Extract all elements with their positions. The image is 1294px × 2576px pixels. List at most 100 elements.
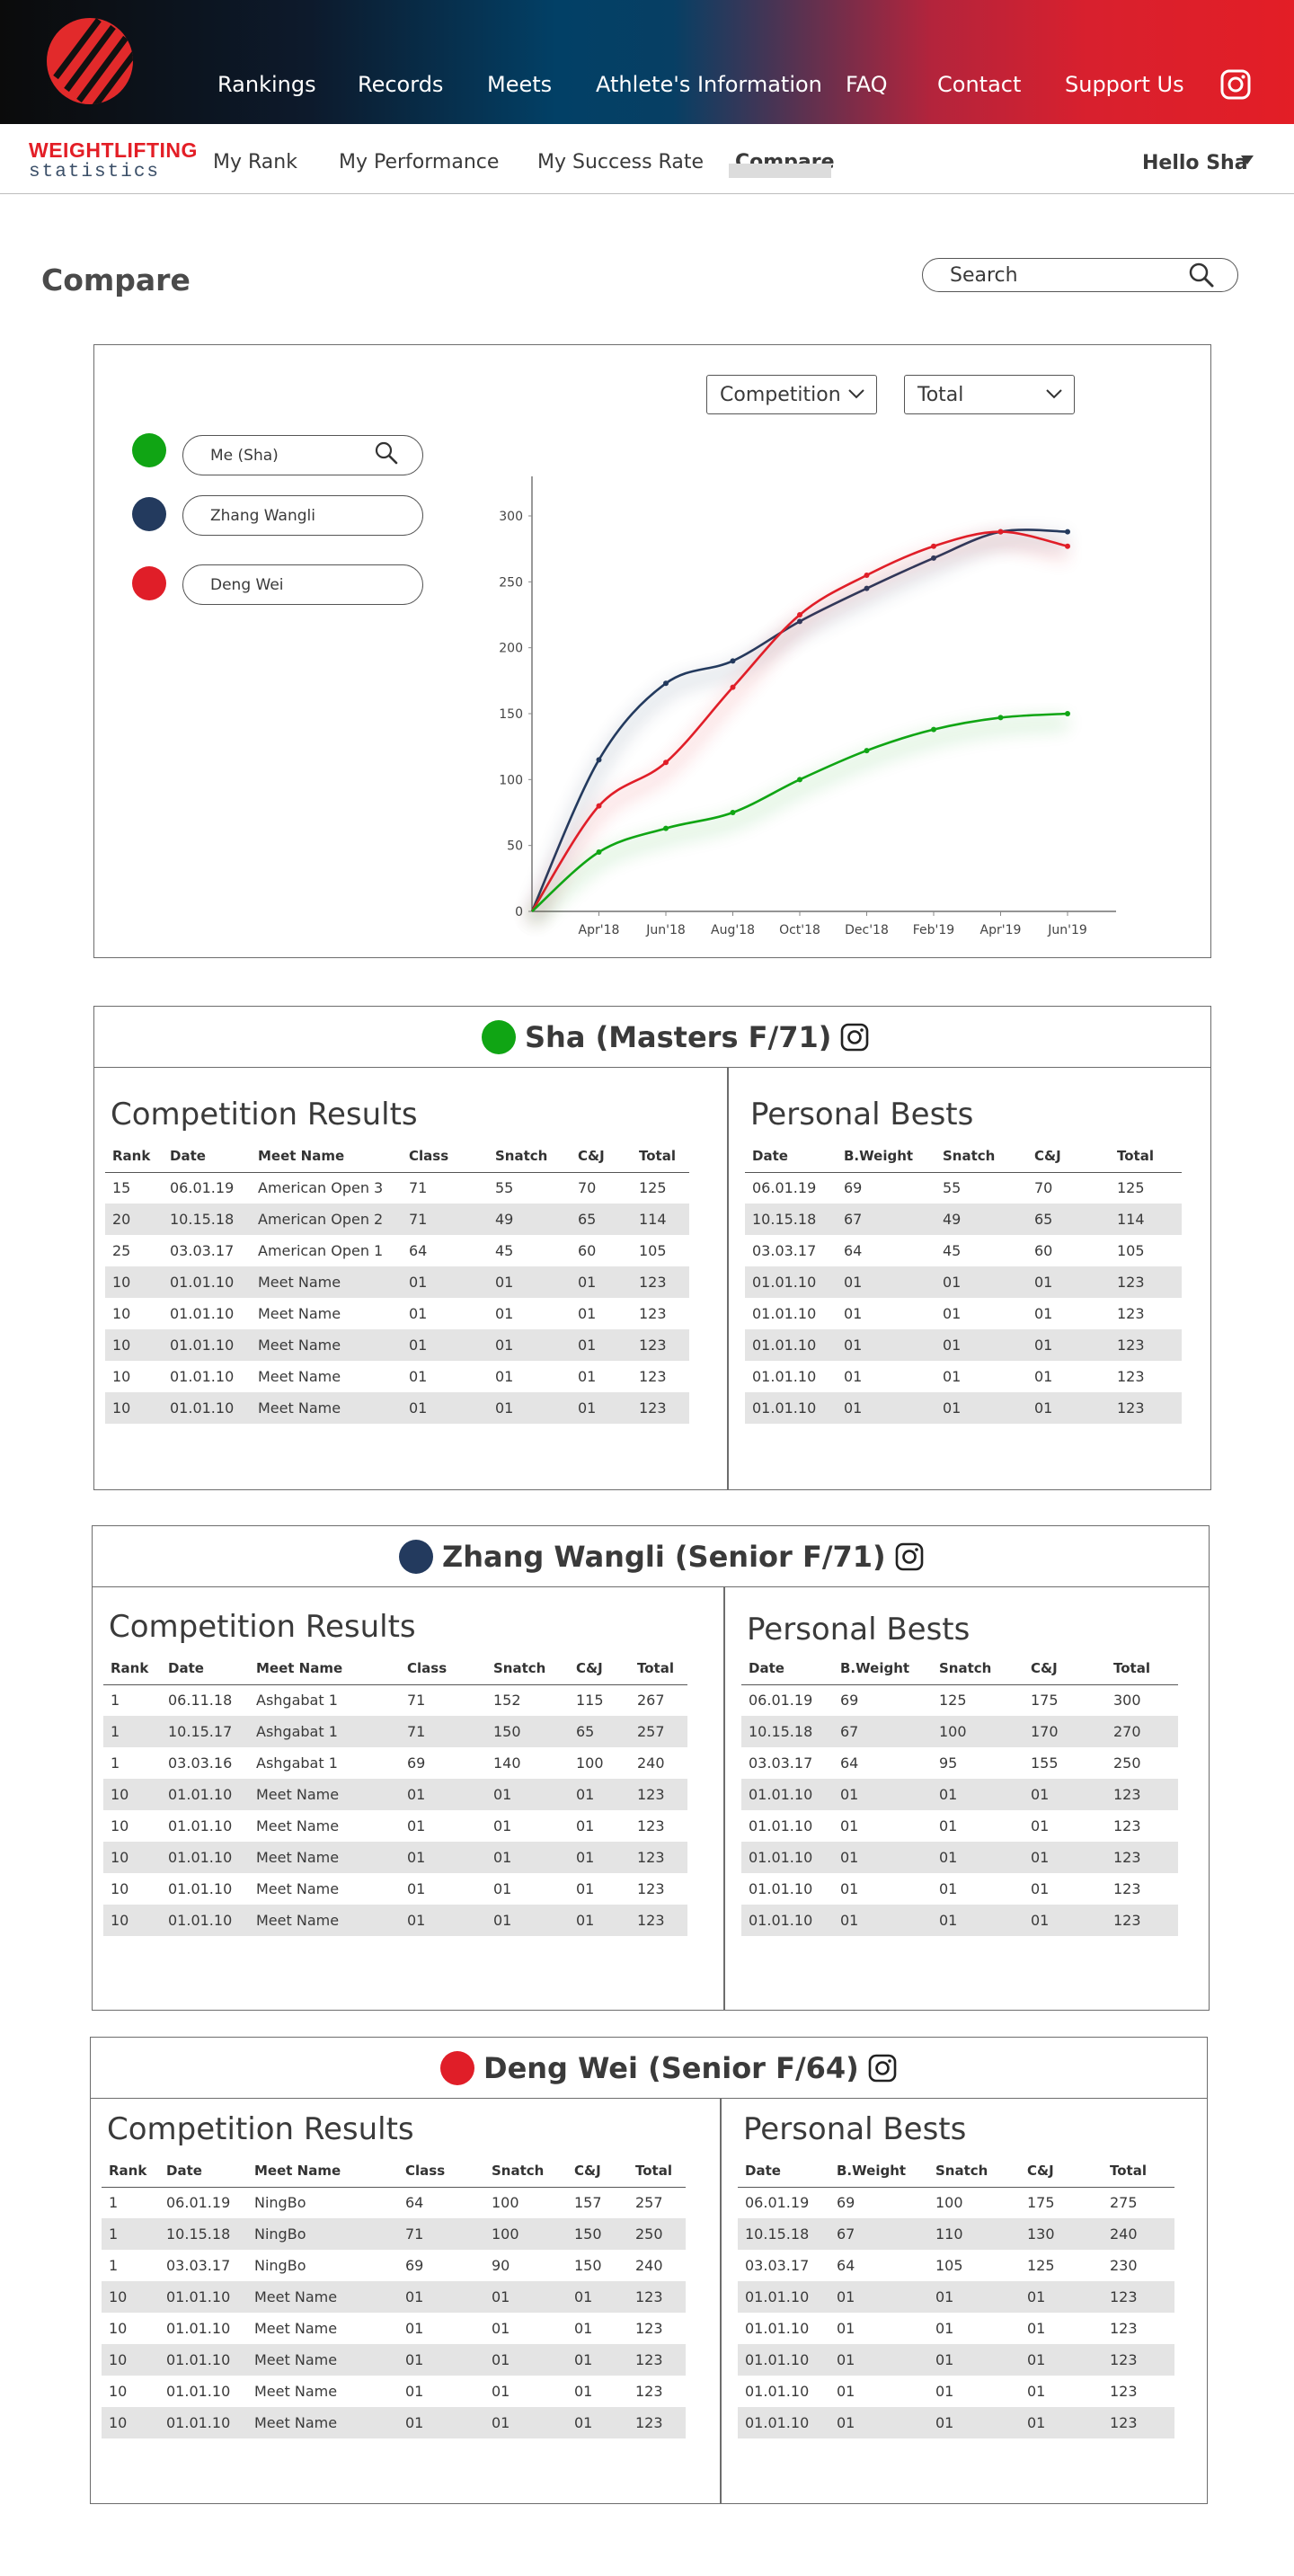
table-row[interactable]: 15 06.01.19 American Open 3 71 55 70 125 (105, 1172, 689, 1204)
nav-rankings[interactable]: Rankings (217, 72, 316, 97)
table-row[interactable]: 10 01.01.10 Meet Name 01 01 01 123 (102, 2313, 686, 2344)
column-header[interactable]: Class (398, 2154, 484, 2188)
table-row[interactable]: 01.01.10 01 01 01 123 (741, 1873, 1178, 1905)
column-header[interactable]: Date (161, 1652, 249, 1685)
table-row[interactable]: 1 06.11.18 Ashgabat 1 71 152 115 267 (103, 1684, 687, 1716)
nav-support-us[interactable]: Support Us (1065, 72, 1184, 97)
column-header[interactable]: Class (400, 1652, 486, 1685)
table-row[interactable]: 1 10.15.17 Ashgabat 1 71 150 65 257 (103, 1716, 687, 1747)
column-header[interactable]: Meet Name (247, 2154, 398, 2188)
column-header[interactable]: C&J (567, 2154, 628, 2188)
table-row[interactable]: 01.01.10 01 01 01 123 (741, 1842, 1178, 1873)
subnav-my-success-rate[interactable]: My Success Rate (537, 151, 704, 173)
nav-faq[interactable]: FAQ (846, 72, 888, 97)
table-row[interactable]: 01.01.10 01 01 01 123 (741, 1905, 1178, 1936)
subnav-my-performance[interactable]: My Performance (339, 151, 499, 173)
column-header[interactable]: Total (1110, 1140, 1182, 1173)
column-header[interactable]: B.Weight (829, 2154, 928, 2188)
table-row[interactable]: 01.01.10 01 01 01 123 (741, 1779, 1178, 1810)
table-row[interactable]: 01.01.10 01 01 01 123 (738, 2313, 1174, 2344)
column-header[interactable]: C&J (1020, 2154, 1103, 2188)
column-header[interactable]: C&J (571, 1140, 632, 1173)
column-header[interactable]: Rank (105, 1140, 163, 1173)
table-row[interactable]: 01.01.10 01 01 01 123 (745, 1361, 1182, 1392)
column-header[interactable]: Class (402, 1140, 488, 1173)
column-header[interactable]: Snatch (935, 1140, 1027, 1173)
nav-athletes-information[interactable]: Athlete's Information (596, 72, 822, 97)
column-header[interactable]: Total (630, 1652, 687, 1685)
table-row[interactable]: 01.01.10 01 01 01 123 (738, 2281, 1174, 2313)
table-row[interactable]: 01.01.10 01 01 01 123 (745, 1298, 1182, 1329)
column-header[interactable]: Rank (103, 1652, 161, 1685)
nav-contact[interactable]: Contact (937, 72, 1021, 97)
table-row[interactable]: 10 01.01.10 Meet Name 01 01 01 123 (102, 2281, 686, 2313)
table-row[interactable]: 1 03.03.16 Ashgabat 1 69 140 100 240 (103, 1747, 687, 1779)
column-header[interactable]: Snatch (484, 2154, 567, 2188)
column-header[interactable]: Meet Name (251, 1140, 402, 1173)
table-row[interactable]: 10 01.01.10 Meet Name 01 01 01 123 (105, 1392, 689, 1424)
instagram-icon[interactable] (895, 1542, 924, 1571)
column-header[interactable]: Total (628, 2154, 686, 2188)
column-header[interactable]: Date (163, 1140, 251, 1173)
table-row[interactable]: 03.03.17 64 105 125 230 (738, 2250, 1174, 2281)
table-row[interactable]: 01.01.10 01 01 01 123 (738, 2376, 1174, 2407)
table-row[interactable]: 10 01.01.10 Meet Name 01 01 01 123 (105, 1298, 689, 1329)
table-row[interactable]: 03.03.17 64 45 60 105 (745, 1235, 1182, 1266)
table-row[interactable]: 01.01.10 01 01 01 123 (745, 1266, 1182, 1298)
nav-meets[interactable]: Meets (487, 72, 552, 97)
chevron-down-icon[interactable] (1241, 155, 1254, 164)
column-header[interactable]: Date (741, 1652, 833, 1685)
column-header[interactable]: C&J (1027, 1140, 1110, 1173)
table-row[interactable]: 10 01.01.10 Meet Name 01 01 01 123 (103, 1779, 687, 1810)
instagram-icon[interactable] (840, 1023, 869, 1052)
table-row[interactable]: 06.01.19 69 100 175 275 (738, 2187, 1174, 2218)
column-header[interactable]: Date (745, 1140, 837, 1173)
search-icon[interactable] (1188, 262, 1215, 289)
table-row[interactable]: 10 01.01.10 Meet Name 01 01 01 123 (103, 1842, 687, 1873)
column-header[interactable]: C&J (569, 1652, 630, 1685)
table-row[interactable]: 01.01.10 01 01 01 123 (745, 1329, 1182, 1361)
column-header[interactable]: Date (159, 2154, 247, 2188)
column-header[interactable]: Total (1103, 2154, 1174, 2188)
column-header[interactable]: Snatch (486, 1652, 569, 1685)
column-header[interactable]: Total (632, 1140, 689, 1173)
table-row[interactable]: 10 01.01.10 Meet Name 01 01 01 123 (105, 1361, 689, 1392)
column-header[interactable]: Total (1106, 1652, 1178, 1685)
table-row[interactable]: 1 06.01.19 NingBo 64 100 157 257 (102, 2187, 686, 2218)
column-header[interactable]: Meet Name (249, 1652, 400, 1685)
column-header[interactable]: Snatch (928, 2154, 1020, 2188)
user-menu[interactable]: Hello Sha (1142, 152, 1248, 174)
table-row[interactable]: 10 01.01.10 Meet Name 01 01 01 123 (102, 2344, 686, 2376)
instagram-icon[interactable] (868, 2054, 897, 2083)
table-row[interactable]: 1 03.03.17 NingBo 69 90 150 240 (102, 2250, 686, 2281)
column-header[interactable]: Snatch (488, 1140, 571, 1173)
table-row[interactable]: 06.01.19 69 55 70 125 (745, 1172, 1182, 1204)
weightlifting-logo-icon[interactable] (47, 18, 133, 104)
table-row[interactable]: 10 01.01.10 Meet Name 01 01 01 123 (103, 1905, 687, 1936)
column-header[interactable]: Date (738, 2154, 829, 2188)
column-header[interactable]: B.Weight (833, 1652, 932, 1685)
table-row[interactable]: 01.01.10 01 01 01 123 (745, 1392, 1182, 1424)
column-header[interactable]: Rank (102, 2154, 159, 2188)
subnav-my-rank[interactable]: My Rank (213, 151, 297, 173)
table-row[interactable]: 10 01.01.10 Meet Name 01 01 01 123 (102, 2376, 686, 2407)
table-row[interactable]: 10.15.18 67 49 65 114 (745, 1204, 1182, 1235)
column-header[interactable]: B.Weight (837, 1140, 935, 1173)
table-row[interactable]: 06.01.19 69 125 175 300 (741, 1684, 1178, 1716)
column-header[interactable]: Snatch (932, 1652, 1024, 1685)
table-row[interactable]: 01.01.10 01 01 01 123 (738, 2344, 1174, 2376)
table-row[interactable]: 10 01.01.10 Meet Name 01 01 01 123 (102, 2407, 686, 2438)
table-row[interactable]: 01.01.10 01 01 01 123 (738, 2407, 1174, 2438)
table-row[interactable]: 25 03.03.17 American Open 1 64 45 60 105 (105, 1235, 689, 1266)
table-row[interactable]: 20 10.15.18 American Open 2 71 49 65 114 (105, 1204, 689, 1235)
table-row[interactable]: 03.03.17 64 95 155 250 (741, 1747, 1178, 1779)
table-row[interactable]: 10 01.01.10 Meet Name 01 01 01 123 (103, 1810, 687, 1842)
table-row[interactable]: 1 10.15.18 NingBo 71 100 150 250 (102, 2218, 686, 2250)
instagram-icon[interactable] (1220, 69, 1251, 100)
column-header[interactable]: C&J (1024, 1652, 1106, 1685)
table-row[interactable]: 10 01.01.10 Meet Name 01 01 01 123 (105, 1329, 689, 1361)
table-row[interactable]: 10 01.01.10 Meet Name 01 01 01 123 (103, 1873, 687, 1905)
table-row[interactable]: 01.01.10 01 01 01 123 (741, 1810, 1178, 1842)
table-row[interactable]: 10.15.18 67 110 130 240 (738, 2218, 1174, 2250)
table-row[interactable]: 10 01.01.10 Meet Name 01 01 01 123 (105, 1266, 689, 1298)
